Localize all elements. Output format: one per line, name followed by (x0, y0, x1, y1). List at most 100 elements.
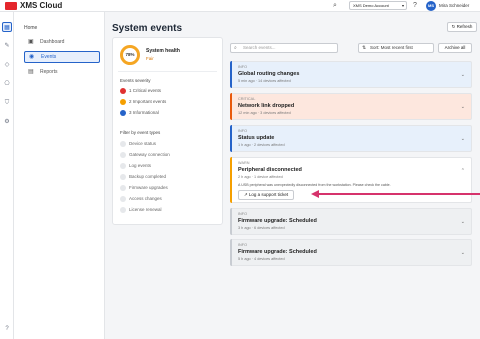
nav-item-dashboard[interactable]: ▣ Dashboard (24, 36, 100, 48)
user-name[interactable]: Mira Schneider (439, 3, 469, 8)
health-status: Fair (146, 56, 154, 61)
severity-title: Events severity (120, 78, 151, 83)
filter-option[interactable]: Device status (120, 140, 156, 148)
event-card[interactable]: INFO Firmware upgrade: Scheduled 5 h ago… (230, 239, 472, 266)
filter-label: Gateway connection (129, 152, 170, 157)
search-input[interactable]: ⌕ Search events... (230, 43, 338, 53)
health-label: System health (146, 48, 180, 54)
event-meta: 3 h ago · 6 devices affected (238, 226, 285, 230)
filter-label: Log events (129, 163, 152, 168)
rail-wrench-icon[interactable]: ✎ (2, 41, 12, 51)
nav-item-label: Reports (40, 69, 58, 75)
filter-label: Firmware upgrades (129, 185, 168, 190)
avatar[interactable]: MS (426, 1, 436, 11)
rail-help-icon[interactable]: ? (2, 324, 12, 334)
top-bar: XMS Cloud ⌕ XMS Demo Account ▾ ? MS Mira … (0, 0, 480, 12)
filter-option[interactable]: Gateway connection (120, 151, 170, 159)
search-icon: ⌕ (234, 45, 237, 51)
chevron-down-icon[interactable]: ⌄ (461, 72, 465, 78)
account-select[interactable]: XMS Demo Account ▾ (349, 1, 407, 10)
help-icon[interactable]: ? (410, 1, 420, 11)
events-icon: ◉ (29, 54, 35, 60)
rail-network-icon[interactable]: ⎔ (2, 79, 12, 89)
filter-option[interactable]: License renewal (120, 206, 162, 214)
sort-select[interactable]: ⇅ Sort: Most recent first (358, 43, 434, 53)
account-select-label: XMS Demo Account (353, 3, 389, 8)
page-title: System events (112, 23, 183, 34)
event-type: CRITICAL (238, 97, 256, 101)
dashboard-icon: ▣ (28, 39, 34, 45)
filter-label: Device status (129, 141, 157, 146)
event-meta: 1 h ago · 2 devices affected (238, 143, 285, 147)
important-dot-icon (120, 99, 126, 105)
checkbox-icon (120, 196, 126, 202)
rail-tag-icon[interactable]: ◇ (2, 60, 12, 70)
icon-rail: ▦ ✎ ◇ ⎔ ⛉ ⚙ ? (0, 12, 14, 339)
info-dot-icon (120, 110, 126, 116)
event-type: INFO (238, 65, 248, 69)
checkbox-icon (120, 174, 126, 180)
rail-shield-icon[interactable]: ⛉ (2, 98, 12, 108)
event-title: Firmware upgrade: Scheduled (238, 218, 317, 224)
chevron-down-icon[interactable]: ⌄ (461, 104, 465, 110)
archive-all-button[interactable]: Archive all (438, 43, 472, 53)
summary-card: 78% System health Fair Events severity 1… (112, 37, 223, 225)
refresh-button[interactable]: ↻ Refresh (447, 22, 477, 32)
filter-title: Filter by event types (120, 130, 161, 135)
critical-dot-icon (120, 88, 126, 94)
chevron-down-icon[interactable]: ⌄ (461, 136, 465, 142)
event-accent (230, 61, 232, 88)
filter-label: Backup completed (129, 174, 167, 179)
search-icon[interactable]: ⌕ (330, 1, 340, 11)
checkbox-icon (120, 141, 126, 147)
severity-label: 2 Important events (129, 99, 167, 104)
brand-logo (5, 2, 17, 10)
filter-label: Access changes (129, 196, 162, 201)
event-card[interactable]: INFO Firmware upgrade: Scheduled 3 h ago… (230, 208, 472, 235)
severity-info[interactable]: 3 Informational (120, 109, 159, 117)
filter-label: License renewal (129, 207, 162, 212)
health-score-ring: 78% (120, 45, 140, 65)
event-accent (230, 125, 232, 152)
filter-option[interactable]: Firmware upgrades (120, 184, 168, 192)
filter-option[interactable]: Backup completed (120, 173, 166, 181)
severity-important[interactable]: 2 Important events (120, 98, 166, 106)
chevron-down-icon[interactable]: ⌄ (461, 219, 465, 225)
rail-dashboard-icon[interactable]: ▦ (2, 22, 12, 32)
event-card[interactable]: INFO Global routing changes 5 min ago · … (230, 61, 472, 88)
event-type: INFO (238, 129, 248, 133)
event-accent (230, 157, 232, 203)
event-card[interactable]: INFO Status update 1 h ago · 2 devices a… (230, 125, 472, 152)
event-meta: 5 min ago · 14 devices affected (238, 79, 291, 83)
divider (118, 71, 217, 72)
event-title: Peripheral disconnected (238, 167, 302, 173)
filter-option[interactable]: Log events (120, 162, 151, 170)
side-nav: Home ▣ Dashboard ◉ Events ▤ Reports (14, 12, 105, 339)
chevron-down-icon: ▾ (401, 3, 404, 8)
nav-item-events[interactable]: ◉ Events (24, 51, 100, 63)
event-title: Global routing changes (238, 71, 300, 77)
checkbox-icon (120, 185, 126, 191)
event-meta: 2 h ago · 1 device affected (238, 175, 283, 179)
filter-option[interactable]: Access changes (120, 195, 162, 203)
event-title: Firmware upgrade: Scheduled (238, 249, 317, 255)
brand-name: XMS Cloud (20, 1, 63, 10)
checkbox-icon (120, 163, 126, 169)
event-accent (230, 208, 232, 235)
nav-item-label: Events (41, 54, 57, 60)
checkbox-icon (120, 207, 126, 213)
pointer-arrow-line (318, 193, 480, 195)
checkbox-icon (120, 152, 126, 158)
nav-item-reports[interactable]: ▤ Reports (24, 66, 100, 78)
rail-gear-icon[interactable]: ⚙ (2, 117, 12, 127)
event-meta: 5 h ago · 4 devices affected (238, 257, 285, 261)
log-support-ticket-button[interactable]: ↗ Log a support ticket (238, 190, 294, 200)
chevron-up-icon[interactable]: ⌃ (461, 168, 465, 174)
event-card[interactable]: CRITICAL Network link dropped 12 min ago… (230, 93, 472, 120)
severity-critical[interactable]: 1 Critical events (120, 87, 161, 95)
event-accent (230, 239, 232, 266)
nav-heading: Home (24, 25, 38, 31)
chevron-down-icon[interactable]: ⌄ (461, 250, 465, 256)
event-card-expanded[interactable]: WARN Peripheral disconnected 2 h ago · 1… (230, 157, 472, 203)
event-title: Network link dropped (238, 103, 295, 109)
